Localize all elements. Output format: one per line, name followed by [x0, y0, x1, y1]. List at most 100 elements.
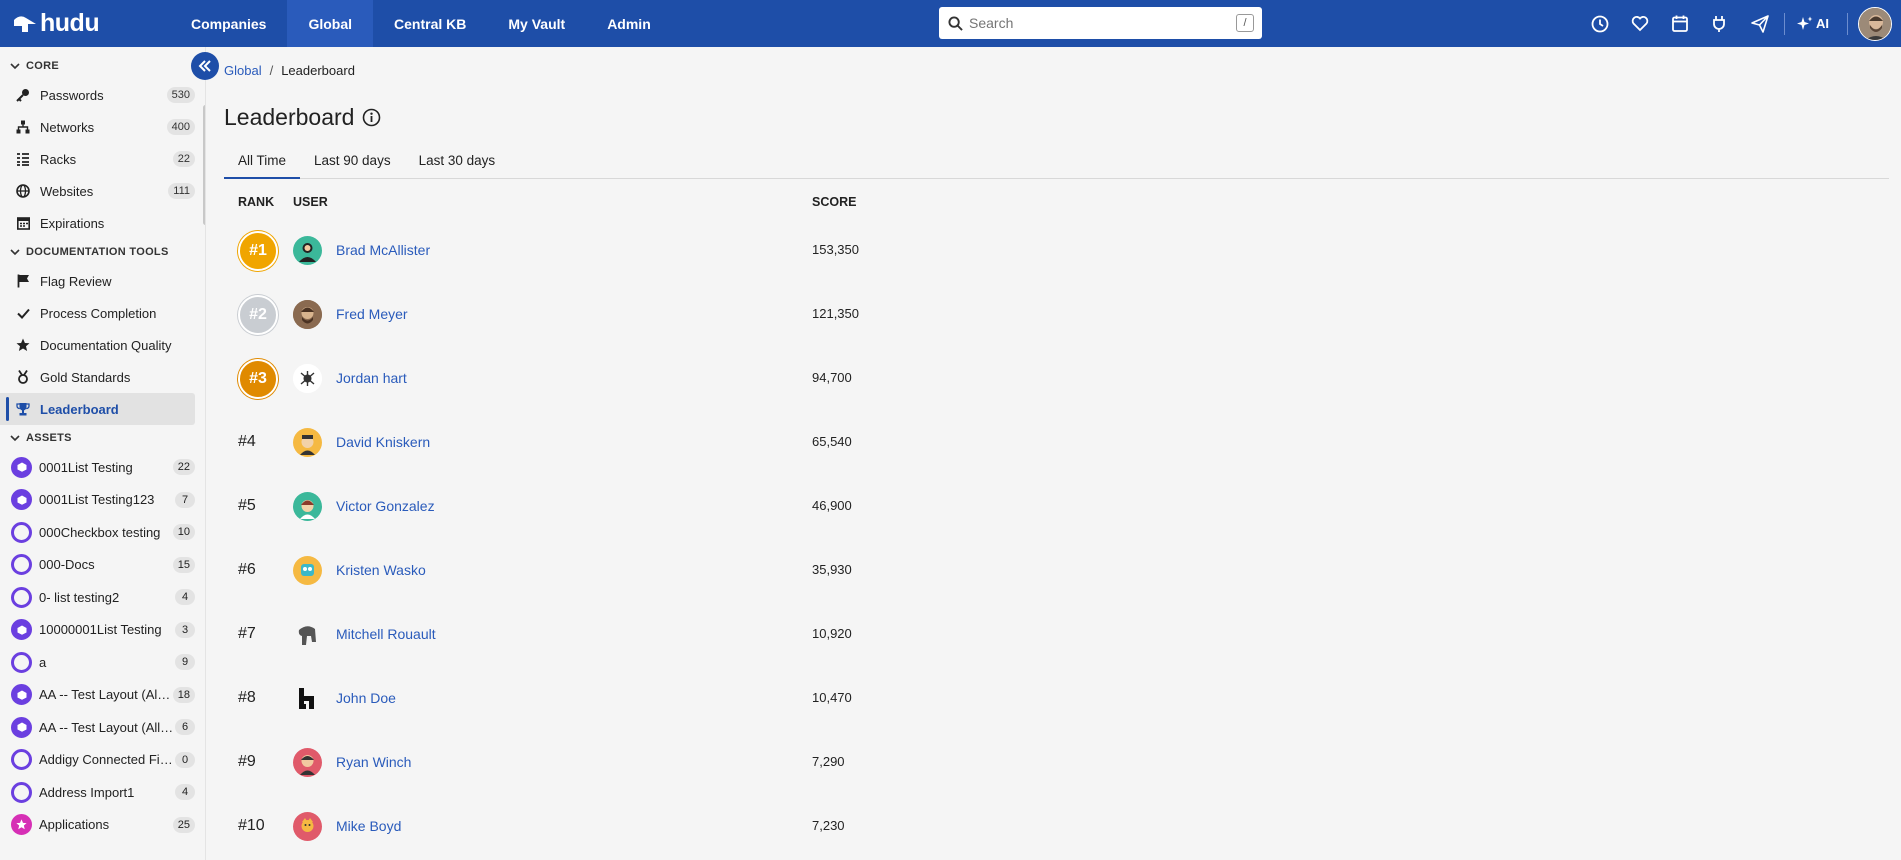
- count-badge: 22: [172, 151, 195, 167]
- page-title-text: Leaderboard: [224, 104, 355, 130]
- sidebar-asset-item[interactable]: Applications 25: [0, 809, 205, 842]
- top-icon-bar: AI: [1580, 0, 1901, 47]
- sidebar-item-passwords[interactable]: Passwords 530: [0, 79, 205, 111]
- user-avatar[interactable]: [1858, 6, 1892, 41]
- score-value: 10,470: [812, 690, 852, 705]
- count-badge: 530: [166, 87, 195, 103]
- column-header-score: SCORE: [812, 195, 857, 209]
- score-value: 121,350: [812, 306, 859, 321]
- ai-button[interactable]: AI: [1789, 16, 1843, 32]
- heart-icon: [1631, 16, 1649, 32]
- nav-global[interactable]: Global: [287, 0, 374, 47]
- table-row: #9 Ryan Winch 7,290: [224, 730, 1124, 794]
- user-avatar[interactable]: [293, 812, 322, 841]
- integrations-button[interactable]: [1700, 0, 1740, 47]
- section-title: CORE: [26, 60, 59, 72]
- favorites-button[interactable]: [1620, 0, 1660, 47]
- user-link-victor-gonzalez[interactable]: Victor Gonzalez: [336, 474, 435, 538]
- sidebar-asset-label: 0- list testing2: [39, 589, 120, 605]
- sidebar-item-expirations[interactable]: Expirations: [0, 207, 205, 239]
- score-value: 7,290: [812, 754, 845, 769]
- sidebar-item-websites[interactable]: Websites 111: [0, 175, 205, 207]
- network-icon: [16, 120, 30, 134]
- user-link-ryan-winch[interactable]: Ryan Winch: [336, 730, 411, 794]
- sidebar-item-gold-standards[interactable]: Gold Standards: [0, 361, 205, 393]
- user-avatar[interactable]: [293, 364, 322, 393]
- sidebar-asset-item[interactable]: 0001List Testing123 7: [0, 484, 205, 517]
- user-avatar[interactable]: [293, 684, 322, 713]
- send-button[interactable]: [1740, 0, 1780, 47]
- calendar-button[interactable]: [1660, 0, 1700, 47]
- tab-all-time[interactable]: All Time: [224, 149, 301, 179]
- user-avatar[interactable]: [293, 428, 322, 457]
- nav-admin[interactable]: Admin: [586, 0, 672, 47]
- sidebar-asset-item[interactable]: 10000001List Testing 3: [0, 614, 205, 647]
- user-avatar[interactable]: [293, 492, 322, 521]
- sidebar-item-racks[interactable]: Racks 22: [0, 143, 205, 175]
- user-avatar[interactable]: [293, 236, 322, 265]
- collapse-sidebar-button[interactable]: [191, 52, 219, 80]
- breadcrumb-global-link[interactable]: Global: [224, 63, 262, 78]
- tab-last-30-days[interactable]: Last 30 days: [405, 149, 510, 179]
- search-shortcut-hint: /: [1236, 14, 1254, 32]
- count-badge: 400: [166, 119, 195, 135]
- sidebar-asset-item[interactable]: AA -- Test Layout (All Fields)18: [0, 679, 205, 712]
- nav-central-kb[interactable]: Central KB: [373, 0, 487, 47]
- sidebar-item-label: Documentation Quality: [40, 337, 172, 353]
- sidebar-asset-item[interactable]: AA -- Test Layout (All Fields) 26: [0, 711, 205, 744]
- asset-type-icon: [11, 456, 32, 478]
- history-button[interactable]: [1580, 0, 1620, 47]
- asset-type-icon: [11, 554, 32, 576]
- user-link-fred-meyer[interactable]: Fred Meyer: [336, 282, 408, 346]
- asset-type-icon: [11, 651, 32, 673]
- user-avatar[interactable]: [293, 620, 322, 649]
- sidebar-asset-item[interactable]: 0- list testing2 4: [0, 581, 205, 614]
- flag-icon: [16, 274, 30, 288]
- user-avatar[interactable]: [293, 300, 322, 329]
- search-input[interactable]: [969, 15, 1229, 31]
- sidebar-asset-item[interactable]: 000-Docs 15: [0, 549, 205, 582]
- count-badge: 0: [175, 751, 195, 768]
- table-row: #4 David Kniskern 65,540: [224, 410, 1124, 474]
- user-link-kristen-wasko[interactable]: Kristen Wasko: [336, 538, 426, 602]
- user-link-david-kniskern[interactable]: David Kniskern: [336, 410, 430, 474]
- user-link-mike-boyd[interactable]: Mike Boyd: [336, 794, 401, 858]
- sidebar-asset-item[interactable]: Address Import1 4: [0, 776, 205, 809]
- double-chevron-left-icon: [198, 60, 211, 72]
- sidebar-item-documentation-quality[interactable]: Documentation Quality: [0, 329, 205, 361]
- nav-companies[interactable]: Companies: [170, 0, 287, 47]
- sidebar-item-leaderboard[interactable]: Leaderboard: [0, 393, 195, 425]
- sidebar-item-process-completion[interactable]: Process Completion: [0, 297, 205, 329]
- search-box[interactable]: /: [939, 7, 1262, 39]
- section-documentation-tools-header[interactable]: DOCUMENTATION TOOLS: [0, 239, 205, 265]
- asset-type-icon: [11, 586, 32, 608]
- count-badge: 9: [175, 654, 195, 671]
- tab-last-90-days[interactable]: Last 90 days: [300, 149, 405, 179]
- sidebar-asset-item[interactable]: a9: [0, 646, 205, 679]
- section-core-header[interactable]: CORE: [0, 53, 205, 79]
- rank-number: #10: [238, 817, 265, 834]
- sidebar-item-flag-review[interactable]: Flag Review: [0, 265, 205, 297]
- sidebar-asset-item[interactable]: 000Checkbox testing 10: [0, 516, 205, 549]
- sidebar-item-label: Websites: [40, 183, 94, 199]
- user-link-mitchell-rouault[interactable]: Mitchell Rouault: [336, 602, 436, 666]
- sidebar-asset-item[interactable]: 0001List Testing 22: [0, 451, 205, 484]
- ai-label: AI: [1816, 16, 1829, 31]
- globe-icon: [16, 184, 30, 198]
- user-link-jordan-hart[interactable]: Jordan hart: [336, 346, 407, 410]
- user-link-brad-mcallister[interactable]: Brad McAllister: [336, 218, 430, 282]
- user-avatar[interactable]: [293, 556, 322, 585]
- main-nav: Companies Global Central KB My Vault Adm…: [170, 0, 672, 47]
- nav-my-vault[interactable]: My Vault: [487, 0, 586, 47]
- user-avatar[interactable]: [293, 748, 322, 777]
- paper-plane-icon: [1751, 14, 1769, 33]
- section-assets-header[interactable]: ASSETS: [0, 425, 205, 451]
- sidebar-asset-item[interactable]: Addigy Connected Fields 0: [0, 744, 205, 777]
- info-icon[interactable]: [362, 108, 381, 127]
- rack-icon: [16, 152, 30, 166]
- rank-number: #7: [238, 625, 256, 642]
- count-badge: 7: [175, 491, 195, 508]
- user-link-john-doe[interactable]: John Doe: [336, 666, 396, 730]
- hudu-logo[interactable]: hudu: [0, 0, 170, 47]
- sidebar-item-networks[interactable]: Networks 400: [0, 111, 205, 143]
